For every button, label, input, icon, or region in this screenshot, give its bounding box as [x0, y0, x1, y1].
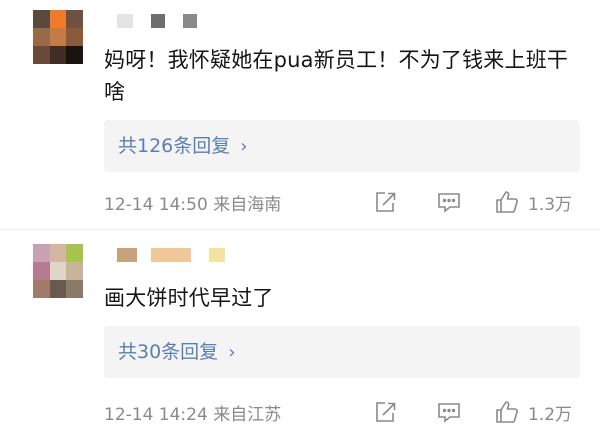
- comment-text: 画大饼时代早过了: [104, 286, 274, 310]
- divider: [0, 229, 600, 230]
- thumbs-up-icon: [496, 191, 518, 213]
- comment-icon: [438, 193, 460, 213]
- chevron-right-icon: ›: [240, 136, 248, 157]
- like-button[interactable]: 1.2万: [494, 399, 572, 425]
- share-icon: [376, 402, 396, 422]
- comment-text: 妈呀！我怀疑她在pua新员工！不为了钱来上班干啥: [104, 48, 569, 104]
- comment-list: 妈呀！我怀疑她在pua新员工！不为了钱来上班干啥 共126条回复 › 12-14 …: [0, 0, 600, 433]
- share-icon: [376, 192, 396, 212]
- comment-meta: 12-14 14:24 来自江苏: [104, 405, 282, 425]
- view-replies-button[interactable]: 共30条回复 ›: [104, 326, 580, 378]
- username-redacted[interactable]: [117, 14, 197, 28]
- like-button[interactable]: 1.3万: [494, 189, 572, 215]
- comment-icon: [438, 403, 460, 423]
- comment-meta: 12-14 14:50 来自海南: [104, 195, 282, 215]
- comment-actions: 1.2万: [370, 399, 590, 425]
- comment-button[interactable]: [436, 189, 462, 215]
- replies-label: 共30条回复: [118, 341, 219, 363]
- comment-item: 妈呀！我怀疑她在pua新员工！不为了钱来上班干啥 共126条回复 › 12-14 …: [0, 0, 600, 228]
- comment-actions: 1.3万: [370, 189, 590, 215]
- username-redacted[interactable]: [117, 248, 225, 262]
- avatar[interactable]: [33, 10, 83, 64]
- share-button[interactable]: [372, 189, 398, 215]
- share-button[interactable]: [372, 399, 398, 425]
- avatar[interactable]: [33, 244, 83, 298]
- thumbs-up-icon: [496, 401, 518, 423]
- comment-item: 画大饼时代早过了 共30条回复 › 12-14 14:24 来自江苏 1.2万: [0, 232, 600, 433]
- like-count: 1.3万: [528, 194, 573, 215]
- replies-label: 共126条回复: [118, 135, 231, 157]
- chevron-right-icon: ›: [228, 342, 236, 363]
- comment-button[interactable]: [436, 399, 462, 425]
- like-count: 1.2万: [528, 404, 573, 425]
- view-replies-button[interactable]: 共126条回复 ›: [104, 120, 580, 172]
